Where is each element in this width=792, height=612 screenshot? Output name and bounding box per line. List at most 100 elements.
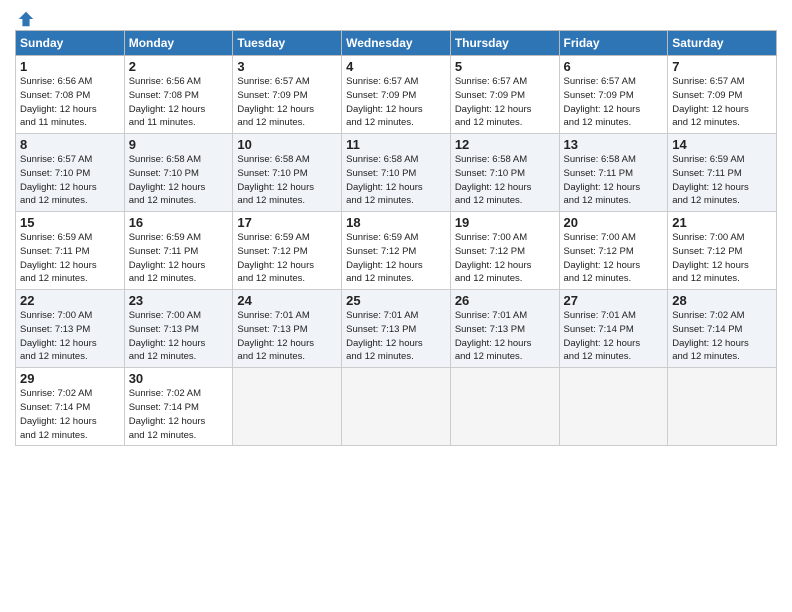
calendar-cell: 1Sunrise: 6:56 AMSunset: 7:08 PMDaylight… bbox=[16, 56, 125, 134]
calendar-cell: 23Sunrise: 7:00 AMSunset: 7:13 PMDayligh… bbox=[124, 290, 233, 368]
day-number: 21 bbox=[672, 215, 772, 230]
calendar-cell: 10Sunrise: 6:58 AMSunset: 7:10 PMDayligh… bbox=[233, 134, 342, 212]
calendar-cell: 4Sunrise: 6:57 AMSunset: 7:09 PMDaylight… bbox=[342, 56, 451, 134]
calendar-week-row: 1Sunrise: 6:56 AMSunset: 7:08 PMDaylight… bbox=[16, 56, 777, 134]
day-info: Sunrise: 6:57 AMSunset: 7:09 PMDaylight:… bbox=[455, 75, 555, 130]
calendar-cell: 29Sunrise: 7:02 AMSunset: 7:14 PMDayligh… bbox=[16, 368, 125, 446]
logo bbox=[15, 10, 35, 24]
calendar-cell: 13Sunrise: 6:58 AMSunset: 7:11 PMDayligh… bbox=[559, 134, 668, 212]
calendar-table: SundayMondayTuesdayWednesdayThursdayFrid… bbox=[15, 30, 777, 446]
calendar-cell: 24Sunrise: 7:01 AMSunset: 7:13 PMDayligh… bbox=[233, 290, 342, 368]
calendar-cell: 25Sunrise: 7:01 AMSunset: 7:13 PMDayligh… bbox=[342, 290, 451, 368]
day-info: Sunrise: 6:59 AMSunset: 7:12 PMDaylight:… bbox=[346, 231, 446, 286]
day-number: 19 bbox=[455, 215, 555, 230]
day-info: Sunrise: 6:56 AMSunset: 7:08 PMDaylight:… bbox=[129, 75, 229, 130]
day-info: Sunrise: 7:01 AMSunset: 7:13 PMDaylight:… bbox=[346, 309, 446, 364]
day-number: 3 bbox=[237, 59, 337, 74]
day-header-thursday: Thursday bbox=[450, 31, 559, 56]
day-number: 17 bbox=[237, 215, 337, 230]
day-info: Sunrise: 6:57 AMSunset: 7:09 PMDaylight:… bbox=[237, 75, 337, 130]
day-number: 23 bbox=[129, 293, 229, 308]
day-info: Sunrise: 7:01 AMSunset: 7:13 PMDaylight:… bbox=[237, 309, 337, 364]
day-header-friday: Friday bbox=[559, 31, 668, 56]
day-info: Sunrise: 6:59 AMSunset: 7:11 PMDaylight:… bbox=[20, 231, 120, 286]
calendar-cell: 6Sunrise: 6:57 AMSunset: 7:09 PMDaylight… bbox=[559, 56, 668, 134]
day-info: Sunrise: 7:00 AMSunset: 7:13 PMDaylight:… bbox=[20, 309, 120, 364]
day-info: Sunrise: 6:58 AMSunset: 7:10 PMDaylight:… bbox=[237, 153, 337, 208]
calendar-cell: 22Sunrise: 7:00 AMSunset: 7:13 PMDayligh… bbox=[16, 290, 125, 368]
day-number: 22 bbox=[20, 293, 120, 308]
day-info: Sunrise: 6:57 AMSunset: 7:09 PMDaylight:… bbox=[564, 75, 664, 130]
day-info: Sunrise: 6:56 AMSunset: 7:08 PMDaylight:… bbox=[20, 75, 120, 130]
calendar-cell: 8Sunrise: 6:57 AMSunset: 7:10 PMDaylight… bbox=[16, 134, 125, 212]
day-info: Sunrise: 7:01 AMSunset: 7:13 PMDaylight:… bbox=[455, 309, 555, 364]
page: SundayMondayTuesdayWednesdayThursdayFrid… bbox=[0, 0, 792, 612]
day-number: 14 bbox=[672, 137, 772, 152]
day-number: 20 bbox=[564, 215, 664, 230]
header bbox=[15, 10, 777, 24]
day-number: 6 bbox=[564, 59, 664, 74]
day-info: Sunrise: 6:58 AMSunset: 7:11 PMDaylight:… bbox=[564, 153, 664, 208]
day-number: 24 bbox=[237, 293, 337, 308]
calendar-cell: 18Sunrise: 6:59 AMSunset: 7:12 PMDayligh… bbox=[342, 212, 451, 290]
calendar-cell: 19Sunrise: 7:00 AMSunset: 7:12 PMDayligh… bbox=[450, 212, 559, 290]
day-header-sunday: Sunday bbox=[16, 31, 125, 56]
calendar-cell: 30Sunrise: 7:02 AMSunset: 7:14 PMDayligh… bbox=[124, 368, 233, 446]
day-number: 1 bbox=[20, 59, 120, 74]
calendar-cell: 21Sunrise: 7:00 AMSunset: 7:12 PMDayligh… bbox=[668, 212, 777, 290]
day-info: Sunrise: 7:01 AMSunset: 7:14 PMDaylight:… bbox=[564, 309, 664, 364]
calendar-header-row: SundayMondayTuesdayWednesdayThursdayFrid… bbox=[16, 31, 777, 56]
day-number: 26 bbox=[455, 293, 555, 308]
day-info: Sunrise: 7:02 AMSunset: 7:14 PMDaylight:… bbox=[20, 387, 120, 442]
day-info: Sunrise: 7:00 AMSunset: 7:12 PMDaylight:… bbox=[455, 231, 555, 286]
calendar-cell: 11Sunrise: 6:58 AMSunset: 7:10 PMDayligh… bbox=[342, 134, 451, 212]
calendar-cell bbox=[342, 368, 451, 446]
day-number: 18 bbox=[346, 215, 446, 230]
calendar-cell: 20Sunrise: 7:00 AMSunset: 7:12 PMDayligh… bbox=[559, 212, 668, 290]
calendar-cell: 26Sunrise: 7:01 AMSunset: 7:13 PMDayligh… bbox=[450, 290, 559, 368]
calendar-week-row: 8Sunrise: 6:57 AMSunset: 7:10 PMDaylight… bbox=[16, 134, 777, 212]
calendar-cell bbox=[559, 368, 668, 446]
day-number: 30 bbox=[129, 371, 229, 386]
day-info: Sunrise: 7:00 AMSunset: 7:12 PMDaylight:… bbox=[564, 231, 664, 286]
day-header-monday: Monday bbox=[124, 31, 233, 56]
day-header-wednesday: Wednesday bbox=[342, 31, 451, 56]
calendar-cell: 27Sunrise: 7:01 AMSunset: 7:14 PMDayligh… bbox=[559, 290, 668, 368]
day-number: 9 bbox=[129, 137, 229, 152]
calendar-cell: 3Sunrise: 6:57 AMSunset: 7:09 PMDaylight… bbox=[233, 56, 342, 134]
day-info: Sunrise: 6:58 AMSunset: 7:10 PMDaylight:… bbox=[455, 153, 555, 208]
day-info: Sunrise: 6:58 AMSunset: 7:10 PMDaylight:… bbox=[346, 153, 446, 208]
day-info: Sunrise: 7:02 AMSunset: 7:14 PMDaylight:… bbox=[672, 309, 772, 364]
calendar-cell: 7Sunrise: 6:57 AMSunset: 7:09 PMDaylight… bbox=[668, 56, 777, 134]
day-number: 2 bbox=[129, 59, 229, 74]
day-number: 16 bbox=[129, 215, 229, 230]
day-info: Sunrise: 7:00 AMSunset: 7:12 PMDaylight:… bbox=[672, 231, 772, 286]
day-number: 13 bbox=[564, 137, 664, 152]
day-info: Sunrise: 6:58 AMSunset: 7:10 PMDaylight:… bbox=[129, 153, 229, 208]
calendar-week-row: 22Sunrise: 7:00 AMSunset: 7:13 PMDayligh… bbox=[16, 290, 777, 368]
day-number: 8 bbox=[20, 137, 120, 152]
calendar-cell: 17Sunrise: 6:59 AMSunset: 7:12 PMDayligh… bbox=[233, 212, 342, 290]
day-number: 11 bbox=[346, 137, 446, 152]
calendar-cell: 16Sunrise: 6:59 AMSunset: 7:11 PMDayligh… bbox=[124, 212, 233, 290]
day-info: Sunrise: 7:00 AMSunset: 7:13 PMDaylight:… bbox=[129, 309, 229, 364]
day-number: 15 bbox=[20, 215, 120, 230]
calendar-cell: 5Sunrise: 6:57 AMSunset: 7:09 PMDaylight… bbox=[450, 56, 559, 134]
calendar-cell bbox=[450, 368, 559, 446]
day-info: Sunrise: 6:59 AMSunset: 7:11 PMDaylight:… bbox=[672, 153, 772, 208]
day-number: 12 bbox=[455, 137, 555, 152]
day-info: Sunrise: 6:57 AMSunset: 7:09 PMDaylight:… bbox=[346, 75, 446, 130]
day-number: 4 bbox=[346, 59, 446, 74]
day-info: Sunrise: 6:57 AMSunset: 7:10 PMDaylight:… bbox=[20, 153, 120, 208]
day-number: 7 bbox=[672, 59, 772, 74]
day-number: 28 bbox=[672, 293, 772, 308]
day-info: Sunrise: 6:59 AMSunset: 7:11 PMDaylight:… bbox=[129, 231, 229, 286]
day-info: Sunrise: 7:02 AMSunset: 7:14 PMDaylight:… bbox=[129, 387, 229, 442]
day-number: 27 bbox=[564, 293, 664, 308]
calendar-cell: 2Sunrise: 6:56 AMSunset: 7:08 PMDaylight… bbox=[124, 56, 233, 134]
calendar-cell bbox=[668, 368, 777, 446]
day-info: Sunrise: 6:57 AMSunset: 7:09 PMDaylight:… bbox=[672, 75, 772, 130]
calendar-cell: 9Sunrise: 6:58 AMSunset: 7:10 PMDaylight… bbox=[124, 134, 233, 212]
day-header-tuesday: Tuesday bbox=[233, 31, 342, 56]
calendar-cell: 15Sunrise: 6:59 AMSunset: 7:11 PMDayligh… bbox=[16, 212, 125, 290]
